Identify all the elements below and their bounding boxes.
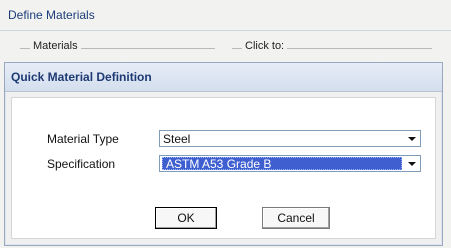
material-type-dropdown[interactable]: Steel	[159, 130, 421, 147]
specification-label: Specification	[47, 157, 116, 171]
specification-dropdown[interactable]: ASTM A53 Grade B	[159, 155, 421, 172]
title-divider	[0, 30, 451, 31]
define-materials-title: Define Materials	[8, 8, 95, 22]
chevron-down-icon	[408, 136, 416, 141]
material-type-value: Steel	[163, 132, 191, 146]
cancel-button[interactable]: Cancel	[262, 207, 330, 229]
materials-group-label: Materials	[30, 40, 81, 52]
dialog-body: Material Type Steel Specification ASTM A…	[11, 97, 436, 239]
dialog-title: Quick Material Definition	[11, 70, 152, 84]
material-type-label: Material Type	[47, 132, 119, 146]
dialog-titlebar[interactable]: Quick Material Definition	[5, 63, 442, 92]
ok-button[interactable]: OK	[155, 207, 217, 229]
chevron-down-icon	[408, 161, 416, 166]
specification-dropdown-button[interactable]	[404, 156, 420, 171]
quick-material-definition-dialog: Quick Material Definition Material Type …	[4, 62, 443, 246]
specification-value: ASTM A53 Grade B	[166, 157, 272, 171]
material-type-dropdown-button[interactable]	[404, 131, 420, 146]
click-to-group-label: Click to:	[242, 40, 288, 52]
